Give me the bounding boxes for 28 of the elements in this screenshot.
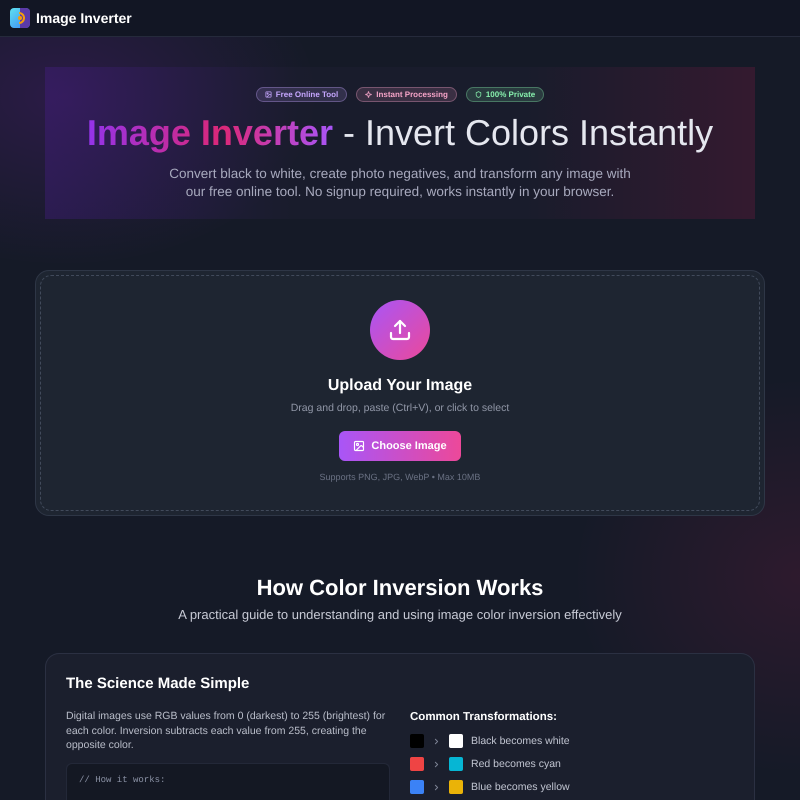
hero-subtitle: Convert black to white, create photo negatives, and transform any image with our free online tool. No signup required, works instantly in your browser. xyxy=(168,165,632,201)
feature-badge: Free Online Tool xyxy=(256,87,348,102)
shield-icon xyxy=(474,91,482,98)
section-subtitle: A practical guide to understanding and using image color inversion effectively xyxy=(178,607,622,623)
chevron-icon xyxy=(432,782,441,792)
dropzone[interactable]: Upload Your Image Drag and drop, paste (Ctrl+V), or click to select Choose Image Supports PNG, JPG, WebP • Max 10MB xyxy=(40,275,760,511)
transformation-label: Blue becomes yellow xyxy=(471,780,570,794)
code-line: // How it works: xyxy=(79,774,166,786)
app-title: Image Inverter xyxy=(36,9,132,27)
list-title: Common Transformations: xyxy=(410,710,558,724)
feature-badge: Instant Processing xyxy=(356,87,457,102)
logo-icon xyxy=(10,8,30,28)
chevron-icon xyxy=(432,760,441,768)
sparkle-icon xyxy=(365,91,372,98)
hero-title: - Invert Colors Instantly xyxy=(343,111,714,155)
picture-icon xyxy=(353,440,366,452)
upload-hint: Drag and drop, paste (Ctrl+V), or click to select xyxy=(290,401,510,415)
choose-image-button[interactable]: Choose Image xyxy=(339,431,461,461)
chevron-icon xyxy=(432,736,441,746)
format-note: Supports PNG, JPG, WebP • Max 10MB xyxy=(320,471,480,483)
transformation-label: Red becomes cyan xyxy=(471,757,561,771)
section-title: How Color Inversion Works xyxy=(256,574,544,602)
card-title: The Science Made Simple xyxy=(66,674,250,694)
picture-icon xyxy=(264,91,272,98)
explanation-text: Digital images use RGB values from 0 (darkest) to 255 (brightest) for each color. Inversion subtracts each value from 255, creating the opposite color. xyxy=(66,709,386,754)
upload-title: Upload Your Image xyxy=(328,376,472,396)
transformation-label: Black becomes white xyxy=(471,734,570,748)
feature-badge: 100% Private xyxy=(466,87,544,102)
